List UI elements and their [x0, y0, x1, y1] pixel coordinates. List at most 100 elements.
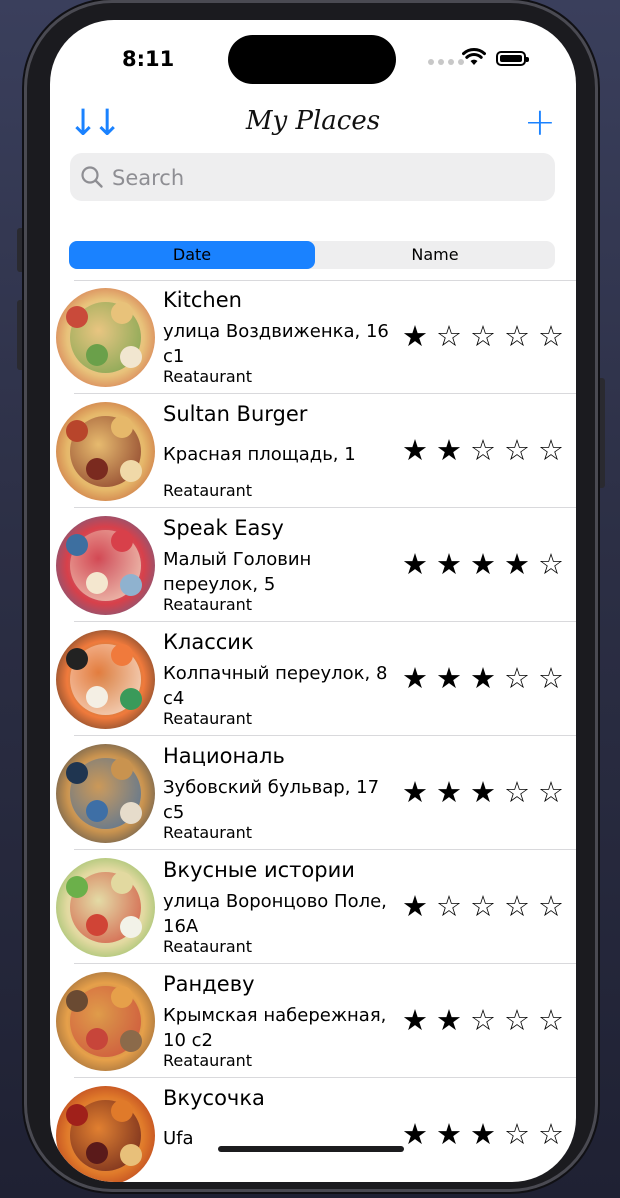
- place-row[interactable]: Рандеву Крымская набережная, 10 с2 Reataur…: [50, 964, 576, 1078]
- place-name: Классик: [163, 630, 254, 654]
- star-empty-icon: ☆: [504, 319, 530, 353]
- star-empty-icon: ☆: [538, 1117, 564, 1151]
- star-filled-icon: ★: [436, 775, 462, 809]
- place-address: Малый Головин переулок, 5: [163, 549, 312, 595]
- star-empty-icon: ☆: [504, 433, 530, 467]
- place-photo: [56, 744, 155, 843]
- place-address: улица Воронцово Поле, 16А: [163, 891, 387, 937]
- star-filled-icon: ★: [402, 889, 428, 923]
- star-empty-icon: ☆: [504, 661, 530, 695]
- star-filled-icon: ★: [402, 547, 428, 581]
- place-photo: [56, 402, 155, 501]
- rating-stars: ★ ★ ★ ☆ ☆: [400, 1116, 566, 1152]
- star-empty-icon: ☆: [470, 889, 496, 923]
- search-bar[interactable]: [70, 153, 555, 201]
- star-filled-icon: ★: [436, 1003, 462, 1037]
- rating-stars: ★ ★ ★ ☆ ☆: [400, 660, 566, 696]
- star-filled-icon: ★: [436, 547, 462, 581]
- place-row[interactable]: Sultan Burger Красная площадь, 1 Reatauran…: [50, 394, 576, 508]
- wifi-icon: [462, 48, 486, 65]
- place-name: Вкусные истории: [163, 858, 355, 882]
- signal-icon: [428, 59, 464, 65]
- rating-stars: ★ ★ ★ ★ ☆: [400, 546, 566, 582]
- star-empty-icon: ☆: [538, 547, 564, 581]
- power-button: [597, 378, 605, 488]
- star-filled-icon: ★: [436, 1117, 462, 1151]
- place-row[interactable]: Вкусные истории улица Воронцово Поле, 16А…: [50, 850, 576, 964]
- place-row[interactable]: Speak Easy Малый Головин переулок, 5 Reata…: [50, 508, 576, 622]
- star-empty-icon: ☆: [504, 1117, 530, 1151]
- place-address: Крымская набережная, 10 с2: [163, 1005, 387, 1051]
- app-screen: 8:11 ↓↓ My Places + Date Name Kitchen ули…: [50, 20, 576, 1182]
- segment-name[interactable]: Name: [315, 241, 555, 269]
- place-photo: [56, 288, 155, 387]
- star-empty-icon: ☆: [470, 1003, 496, 1037]
- home-indicator: [218, 1146, 404, 1152]
- place-photo: [56, 630, 155, 729]
- place-address: Колпачный переулок, 8 с4: [163, 663, 388, 709]
- star-filled-icon: ★: [470, 775, 496, 809]
- dynamic-island: [228, 35, 396, 84]
- status-bar: 8:11: [50, 20, 576, 100]
- navigation-bar: ↓↓ My Places +: [50, 100, 576, 148]
- segment-date[interactable]: Date: [69, 241, 315, 269]
- place-type: Reataurant: [163, 1051, 253, 1070]
- star-empty-icon: ☆: [538, 433, 564, 467]
- search-icon: [81, 166, 103, 188]
- place-type: Reataurant: [163, 367, 253, 386]
- place-photo: [56, 858, 155, 957]
- star-empty-icon: ☆: [470, 319, 496, 353]
- star-filled-icon: ★: [436, 433, 462, 467]
- page-title: My Places: [245, 106, 381, 136]
- star-empty-icon: ☆: [538, 889, 564, 923]
- place-row[interactable]: Kitchen улица Воздвиженка, 16 с1 Reatauran…: [50, 280, 576, 394]
- star-empty-icon: ☆: [504, 775, 530, 809]
- rating-stars: ★ ☆ ☆ ☆ ☆: [400, 888, 566, 924]
- status-time: 8:11: [122, 47, 175, 71]
- rating-stars: ★ ★ ☆ ☆ ☆: [400, 1002, 566, 1038]
- place-name: Sultan Burger: [163, 402, 308, 426]
- star-filled-icon: ★: [402, 1117, 428, 1151]
- rating-stars: ★ ★ ★ ☆ ☆: [400, 774, 566, 810]
- search-input[interactable]: [110, 161, 534, 195]
- star-filled-icon: ★: [402, 319, 428, 353]
- place-photo: [56, 1086, 155, 1182]
- star-empty-icon: ☆: [538, 775, 564, 809]
- star-filled-icon: ★: [402, 433, 428, 467]
- place-row[interactable]: Классик Колпачный переулок, 8 с4 Reatauran…: [50, 622, 576, 736]
- place-name: Kitchen: [163, 288, 242, 312]
- battery-icon: [496, 51, 529, 66]
- place-type: Reataurant: [163, 481, 253, 500]
- star-empty-icon: ☆: [436, 889, 462, 923]
- star-filled-icon: ★: [402, 1003, 428, 1037]
- place-name: Националь: [163, 744, 285, 768]
- sort-segmented-control[interactable]: Date Name: [69, 241, 555, 269]
- star-filled-icon: ★: [470, 547, 496, 581]
- star-filled-icon: ★: [402, 661, 428, 695]
- place-name: Вкусочка: [163, 1086, 265, 1110]
- place-type: Reataurant: [163, 595, 253, 614]
- place-name: Рандеву: [163, 972, 255, 996]
- places-list: Kitchen улица Воздвиженка, 16 с1 Reatauran…: [50, 280, 576, 1182]
- star-empty-icon: ☆: [504, 889, 530, 923]
- star-filled-icon: ★: [504, 547, 530, 581]
- star-empty-icon: ☆: [538, 1003, 564, 1037]
- place-name: Speak Easy: [163, 516, 284, 540]
- rating-stars: ★ ★ ☆ ☆ ☆: [400, 432, 566, 468]
- place-row[interactable]: Националь Зубовский бульвар, 17 с5 Reataur…: [50, 736, 576, 850]
- star-filled-icon: ★: [470, 1117, 496, 1151]
- place-type: Reataurant: [163, 709, 253, 728]
- star-filled-icon: ★: [436, 661, 462, 695]
- star-empty-icon: ☆: [504, 1003, 530, 1037]
- place-address: улица Воздвиженка, 16 с1: [163, 321, 389, 367]
- star-empty-icon: ☆: [538, 661, 564, 695]
- star-empty-icon: ☆: [436, 319, 462, 353]
- place-type: Reataurant: [163, 823, 253, 842]
- star-filled-icon: ★: [402, 775, 428, 809]
- star-empty-icon: ☆: [470, 433, 496, 467]
- place-row[interactable]: Вкусочка Ufa ★ ★ ★ ☆ ☆: [50, 1078, 576, 1182]
- star-filled-icon: ★: [470, 661, 496, 695]
- place-type: Reataurant: [163, 937, 253, 956]
- star-empty-icon: ☆: [538, 319, 564, 353]
- add-place-icon[interactable]: +: [524, 102, 556, 142]
